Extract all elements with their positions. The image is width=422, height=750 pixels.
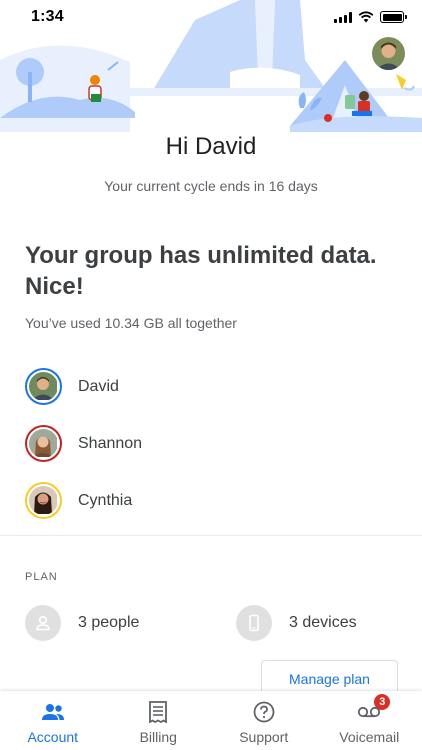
cycle-text: Your current cycle ends in 16 days bbox=[104, 178, 318, 194]
nav-label: Account bbox=[27, 729, 79, 745]
member-name: Cynthia bbox=[78, 491, 133, 509]
bottom-navigation: Account Billing Support 3 Voicemail bbox=[0, 691, 422, 750]
nav-tab-voicemail[interactable]: 3 Voicemail bbox=[317, 691, 422, 750]
nav-label: Billing bbox=[139, 729, 177, 745]
member-list: David Shannon Cynthia bbox=[25, 358, 405, 529]
devices-count: 3 devices bbox=[289, 614, 357, 631]
nav-tab-support[interactable]: Support bbox=[211, 691, 317, 750]
profile-avatar[interactable] bbox=[372, 37, 405, 70]
section-divider bbox=[0, 535, 422, 536]
plan-section-label: PLAN bbox=[25, 571, 58, 583]
avatar bbox=[25, 482, 62, 519]
member-row-shannon[interactable]: Shannon bbox=[25, 415, 405, 472]
battery-icon bbox=[380, 11, 407, 23]
status-icons bbox=[334, 10, 407, 24]
help-circle-icon bbox=[252, 700, 276, 724]
voicemail-count-badge: 3 bbox=[374, 694, 391, 710]
data-headline: Your group has unlimited data. Nice! bbox=[25, 242, 377, 300]
receipt-icon bbox=[146, 700, 170, 724]
member-row-david[interactable]: David bbox=[25, 358, 405, 415]
cellular-signal-icon bbox=[334, 11, 352, 23]
nav-label: Support bbox=[239, 729, 289, 745]
people-count: 3 people bbox=[78, 614, 140, 631]
nav-label: Voicemail bbox=[339, 729, 400, 745]
people-stat: 3 people bbox=[25, 605, 139, 641]
account-group-icon bbox=[41, 700, 65, 724]
usage-text: You’ve used 10.34 GB all together bbox=[25, 315, 237, 331]
avatar bbox=[25, 425, 62, 462]
wifi-icon bbox=[358, 11, 374, 23]
member-row-cynthia[interactable]: Cynthia bbox=[25, 472, 405, 529]
person-icon bbox=[25, 605, 61, 641]
member-name: Shannon bbox=[78, 434, 143, 452]
greeting-title: Hi David bbox=[165, 133, 257, 160]
devices-stat: 3 devices bbox=[236, 605, 357, 641]
member-name: David bbox=[78, 377, 119, 395]
nav-tab-billing[interactable]: Billing bbox=[106, 691, 212, 750]
status-time: 1:34 bbox=[31, 8, 64, 25]
voicemail-icon: 3 bbox=[357, 694, 391, 724]
phone-icon bbox=[236, 605, 272, 641]
status-bar: 1:34 bbox=[0, 0, 422, 36]
nav-tab-account[interactable]: Account bbox=[0, 691, 106, 750]
avatar bbox=[25, 368, 62, 405]
